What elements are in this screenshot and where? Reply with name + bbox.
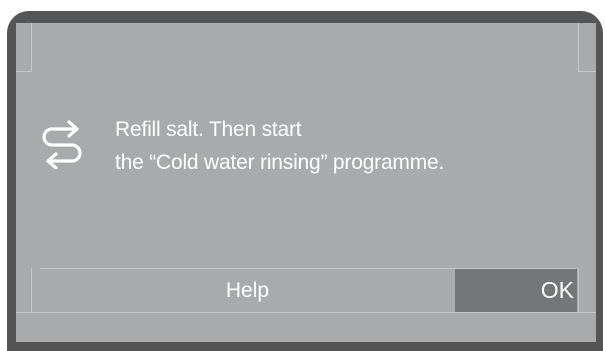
frame-line — [31, 23, 32, 71]
frame-line — [31, 268, 32, 312]
display-screen: Refill salt. Then start the “Cold water … — [16, 23, 596, 342]
ok-button[interactable]: OK — [455, 269, 577, 312]
dialog-message: Refill salt. Then start the “Cold water … — [115, 113, 444, 179]
help-button[interactable]: Help — [40, 269, 455, 312]
message-line-1: Refill salt. Then start — [115, 118, 302, 141]
frame-line — [16, 71, 32, 72]
frame-line — [578, 71, 596, 72]
message-line-2: the “Cold water rinsing” programme. — [115, 151, 445, 174]
help-button-label: Help — [225, 278, 270, 302]
frame-line — [578, 23, 579, 71]
ok-button-label: OK — [540, 277, 574, 303]
refill-arrows-icon — [42, 120, 82, 169]
frame-line — [16, 312, 596, 313]
frame-line — [578, 268, 579, 312]
